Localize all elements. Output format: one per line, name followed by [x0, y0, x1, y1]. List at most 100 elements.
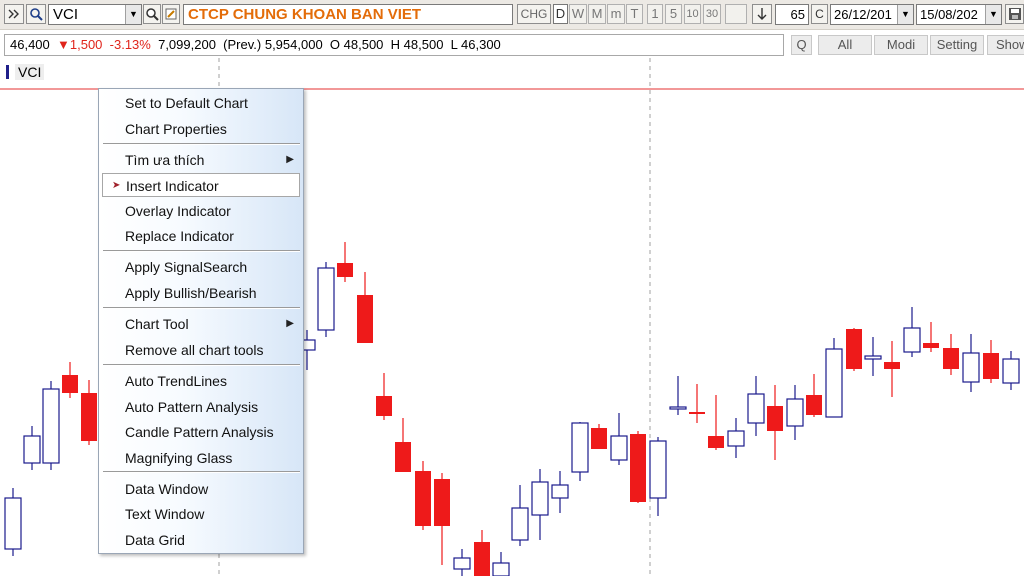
show-button[interactable]: Show	[987, 35, 1024, 55]
period-10[interactable]: 10	[684, 4, 701, 24]
candle	[317, 262, 335, 337]
candle	[884, 341, 900, 397]
menu-item-set-default-chart[interactable]: Set to Default Chart	[102, 91, 300, 115]
chevron-down-icon[interactable]: ▼	[125, 5, 141, 24]
menu-item-text-window[interactable]: Text Window	[102, 502, 300, 526]
date-from-value: 26/12/201	[834, 7, 892, 22]
date-to-field[interactable]: 15/08/202 ▼	[916, 4, 1002, 25]
candle	[23, 426, 41, 470]
period-d[interactable]: D	[553, 4, 568, 24]
period-5[interactable]: 5	[665, 4, 682, 24]
candle-body	[630, 434, 646, 502]
menu-item-apply-signalsearch[interactable]: Apply SignalSearch	[102, 255, 300, 279]
menu-item-auto-trendlines[interactable]: Auto TrendLines	[102, 369, 300, 393]
candle-body	[727, 430, 745, 447]
candle-body	[62, 375, 78, 393]
period-minute[interactable]: m	[607, 4, 625, 24]
chevron-down-icon[interactable]: ▼	[897, 5, 913, 24]
candle	[376, 373, 392, 420]
candle	[1002, 351, 1020, 390]
candle-body	[453, 557, 471, 570]
candle-body	[511, 507, 529, 541]
menu-item-candle-pattern-analysis[interactable]: Candle Pattern Analysis	[102, 420, 300, 444]
menu-item-label: Text Window	[125, 506, 205, 522]
candle	[630, 431, 646, 503]
candle-body	[943, 348, 959, 369]
candle-body	[23, 435, 41, 464]
search-icon[interactable]	[26, 4, 46, 24]
candle-body	[649, 440, 667, 499]
candle-body	[747, 393, 765, 424]
candle	[357, 272, 373, 343]
chart-application: VCI ▼ CTCP CHUNG KHOAN BAN VIET CHG D W …	[0, 0, 1024, 576]
all-button[interactable]: All	[818, 35, 872, 55]
period-1[interactable]: 1	[647, 4, 663, 24]
candle	[395, 418, 411, 472]
candle-body	[395, 442, 411, 472]
candle	[415, 461, 431, 530]
setting-button[interactable]: Setting	[930, 35, 984, 55]
menu-item-apply-bullish-bearish[interactable]: Apply Bullish/Bearish	[102, 281, 300, 305]
symbol-input[interactable]: VCI ▼	[48, 4, 142, 25]
prev-label: (Prev.)	[223, 37, 262, 52]
save-icon[interactable]	[1005, 4, 1024, 24]
main-toolbar: VCI ▼ CTCP CHUNG KHOAN BAN VIET CHG D W …	[0, 0, 1024, 30]
candle	[492, 552, 510, 576]
menu-item-favorites[interactable]: Tìm ưa thích ▶	[102, 148, 300, 172]
add-symbol-icon[interactable]	[162, 4, 180, 24]
candle-body	[376, 396, 392, 416]
candle-body	[806, 395, 822, 415]
candle	[767, 385, 783, 460]
candle	[846, 328, 862, 371]
menu-item-overlay-indicator[interactable]: Overlay Indicator	[102, 199, 300, 223]
blank-button[interactable]	[725, 4, 747, 24]
date-from-field[interactable]: 26/12/201 ▼	[830, 4, 914, 25]
menu-item-replace-indicator[interactable]: Replace Indicator	[102, 224, 300, 248]
candle	[962, 334, 980, 392]
expand-panel-icon[interactable]	[4, 4, 24, 24]
candle	[337, 242, 353, 282]
chevron-down-icon[interactable]: ▼	[985, 5, 1001, 24]
candle	[864, 337, 882, 376]
menu-item-label: Auto Pattern Analysis	[125, 399, 259, 415]
menu-item-auto-pattern-analysis[interactable]: Auto Pattern Analysis	[102, 395, 300, 419]
period-t[interactable]: T	[626, 4, 643, 24]
menu-item-chart-properties[interactable]: Chart Properties	[102, 117, 300, 141]
menu-item-remove-chart-tools[interactable]: Remove all chart tools	[102, 338, 300, 362]
menu-item-insert-indicator[interactable]: ➤ Insert Indicator	[102, 173, 300, 197]
price-change: 1,500	[69, 37, 103, 52]
menu-item-label: Insert Indicator	[126, 178, 219, 194]
menu-item-label: Replace Indicator	[125, 228, 234, 244]
candle-body	[571, 422, 589, 473]
bars-count-input[interactable]: 65	[775, 4, 809, 25]
arrow-down-icon[interactable]	[752, 4, 772, 24]
period-m[interactable]: M	[588, 4, 606, 24]
candle	[434, 473, 450, 565]
candle-body	[357, 295, 373, 343]
candle-body	[669, 406, 687, 410]
candle-body	[551, 484, 569, 499]
candle	[531, 469, 549, 540]
period-30[interactable]: 30	[703, 4, 721, 24]
q-button[interactable]: Q	[791, 35, 812, 55]
magnify-icon[interactable]	[143, 4, 161, 24]
candle	[591, 424, 607, 449]
candle-body	[81, 393, 97, 441]
menu-item-data-grid[interactable]: Data Grid	[102, 528, 300, 552]
modi-button[interactable]: Modi	[874, 35, 928, 55]
candle	[689, 384, 705, 423]
period-w[interactable]: W	[569, 4, 587, 24]
company-name: CTCP CHUNG KHOAN BAN VIET	[183, 4, 513, 25]
menu-item-data-window[interactable]: Data Window	[102, 477, 300, 501]
candle	[62, 362, 78, 398]
menu-item-magnifying-glass[interactable]: Magnifying Glass	[102, 446, 300, 470]
c-button[interactable]: C	[811, 4, 828, 24]
candle	[511, 485, 529, 546]
chg-button[interactable]: CHG	[517, 4, 551, 24]
candle	[474, 530, 490, 576]
menu-item-chart-tool[interactable]: Chart Tool ▶	[102, 312, 300, 336]
candle-body	[610, 435, 628, 461]
candle	[453, 549, 471, 576]
series-marker	[6, 65, 9, 79]
menu-item-label: Set to Default Chart	[125, 95, 248, 111]
